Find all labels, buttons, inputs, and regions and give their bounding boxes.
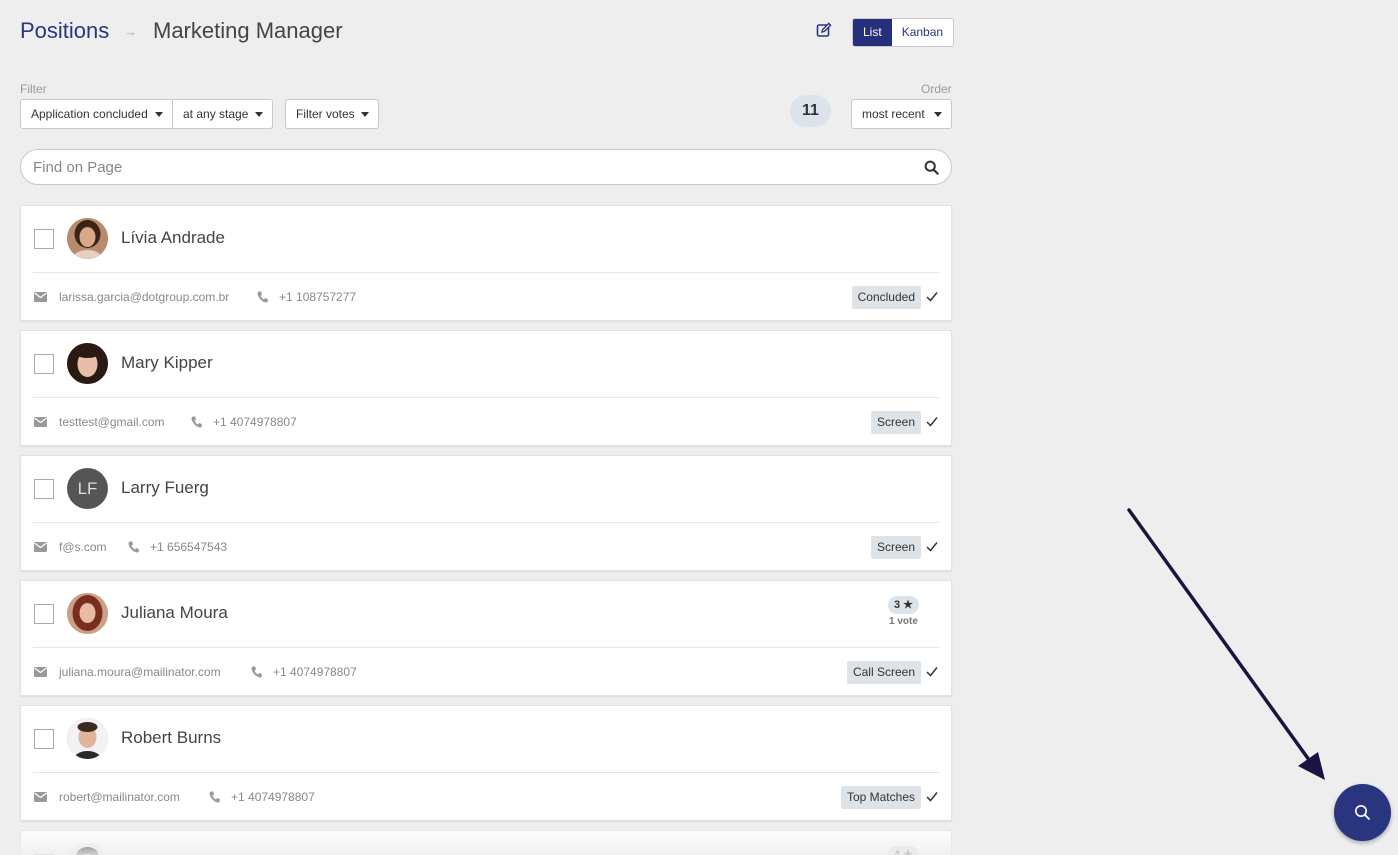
star-icon: ★ [903,849,913,855]
candidate-card[interactable]: Mary Kipper testtest@gmail.com +1 407497… [20,330,952,446]
phone-icon [128,541,139,553]
candidate-checkbox[interactable] [34,729,54,749]
avatar: LF [67,468,108,509]
rating-pill: 4 ★ [887,846,919,855]
candidate-name[interactable]: Robert Burns [121,728,221,748]
candidate-card[interactable]: Juliana Moura 3 ★ 1 vote juliana.moura@m… [20,580,952,696]
phone-icon [209,791,220,803]
stage-filter-select[interactable]: at any stage [172,99,273,129]
stage-badge: Top Matches [840,786,921,809]
candidate-email[interactable]: juliana.moura@mailinator.com [59,665,221,679]
view-toggle: List Kanban [852,18,955,47]
vote-rating[interactable]: 4 ★ [887,845,919,855]
check-icon [926,417,938,427]
page: Positions → Marketing Manager List Kanba… [0,0,1398,855]
breadcrumb-arrow-icon: → [124,24,137,39]
candidate-card[interactable]: Lívia Andrade larissa.garcia@dotgroup.co… [20,205,952,321]
vote-rating[interactable]: 3 ★ 1 vote [887,595,919,627]
candidate-checkbox[interactable] [34,479,54,499]
find-on-page-bar [20,149,952,185]
check-icon [926,667,938,677]
avatar [67,343,108,384]
star-icon: ★ [903,599,913,611]
rating-value: 3 [893,599,901,611]
status-filter-value: Application concluded [31,107,148,121]
order-value: most recent [862,107,925,121]
candidate-phone[interactable]: +1 4074978807 [273,665,357,679]
mail-icon [34,667,47,677]
candidate-card[interactable]: Robert Burns robert@mailinator.com +1 40… [20,705,952,821]
stage-filter-value: at any stage [183,107,249,121]
search-icon[interactable] [924,160,939,175]
floating-search-button[interactable] [1334,784,1391,841]
candidate-email[interactable]: testtest@gmail.com [59,415,165,429]
candidate-card[interactable]: 4 ★ [20,830,952,855]
rating-value: 4 [893,849,901,855]
phone-icon [257,291,268,303]
caret-down-icon [361,112,369,117]
caret-down-icon [255,112,263,117]
kanban-view-button[interactable]: Kanban [892,19,953,46]
check-icon [926,542,938,552]
candidate-name[interactable]: Larry Fuerg [121,478,209,498]
find-on-page-input[interactable] [21,150,901,184]
divider [33,522,939,523]
avatar [67,593,108,634]
candidate-phone[interactable]: +1 108757277 [279,290,356,304]
check-icon [926,792,938,802]
divider [33,272,939,273]
phone-icon [251,666,262,678]
candidate-email[interactable]: larissa.garcia@dotgroup.com.br [59,290,229,304]
page-header: Positions → Marketing Manager List Kanba… [20,16,955,50]
stage-badge: Concluded [851,286,921,309]
mail-icon [34,542,47,552]
caret-down-icon [934,112,942,117]
stage-badge: Call Screen [846,661,921,684]
divider [33,647,939,648]
edit-icon[interactable] [816,22,832,38]
order-select[interactable]: most recent [851,99,952,129]
divider [33,397,939,398]
search-icon [1355,805,1370,820]
mail-icon [34,417,47,427]
candidate-phone[interactable]: +1 4074978807 [231,790,315,804]
vote-count: 1 vote [889,616,918,627]
stage-badge: Screen [870,536,921,559]
check-icon [926,292,938,302]
candidate-name[interactable]: Mary Kipper [121,353,213,373]
candidate-card[interactable]: LF Larry Fuerg f@s.com +1 656547543 Scre… [20,455,952,571]
candidate-phone[interactable]: +1 4074978807 [213,415,297,429]
candidate-checkbox[interactable] [34,229,54,249]
votes-filter-select[interactable]: Filter votes [285,99,379,129]
result-count-badge: 11 [790,95,831,127]
candidate-email[interactable]: robert@mailinator.com [59,790,180,804]
filter-label: Filter [20,82,47,96]
list-view-button[interactable]: List [853,19,892,46]
rating-pill: 3 ★ [887,596,919,614]
order-label: Order [921,82,952,96]
candidate-checkbox[interactable] [34,604,54,624]
avatar [67,843,108,855]
status-filter-select[interactable]: Application concluded [20,99,173,129]
mail-icon [34,792,47,802]
candidate-checkbox[interactable] [34,354,54,374]
phone-icon [191,416,202,428]
avatar [67,718,108,759]
divider [33,772,939,773]
candidate-email[interactable]: f@s.com [59,540,107,554]
candidate-name[interactable]: Juliana Moura [121,603,228,623]
candidate-phone[interactable]: +1 656547543 [150,540,227,554]
stage-badge: Screen [870,411,921,434]
caret-down-icon [155,112,163,117]
avatar [67,218,108,259]
mail-icon [34,292,47,302]
candidate-name[interactable]: Lívia Andrade [121,228,225,248]
breadcrumb-positions-link[interactable]: Positions [20,18,109,44]
page-title: Marketing Manager [153,18,343,43]
votes-filter-value: Filter votes [296,107,355,121]
